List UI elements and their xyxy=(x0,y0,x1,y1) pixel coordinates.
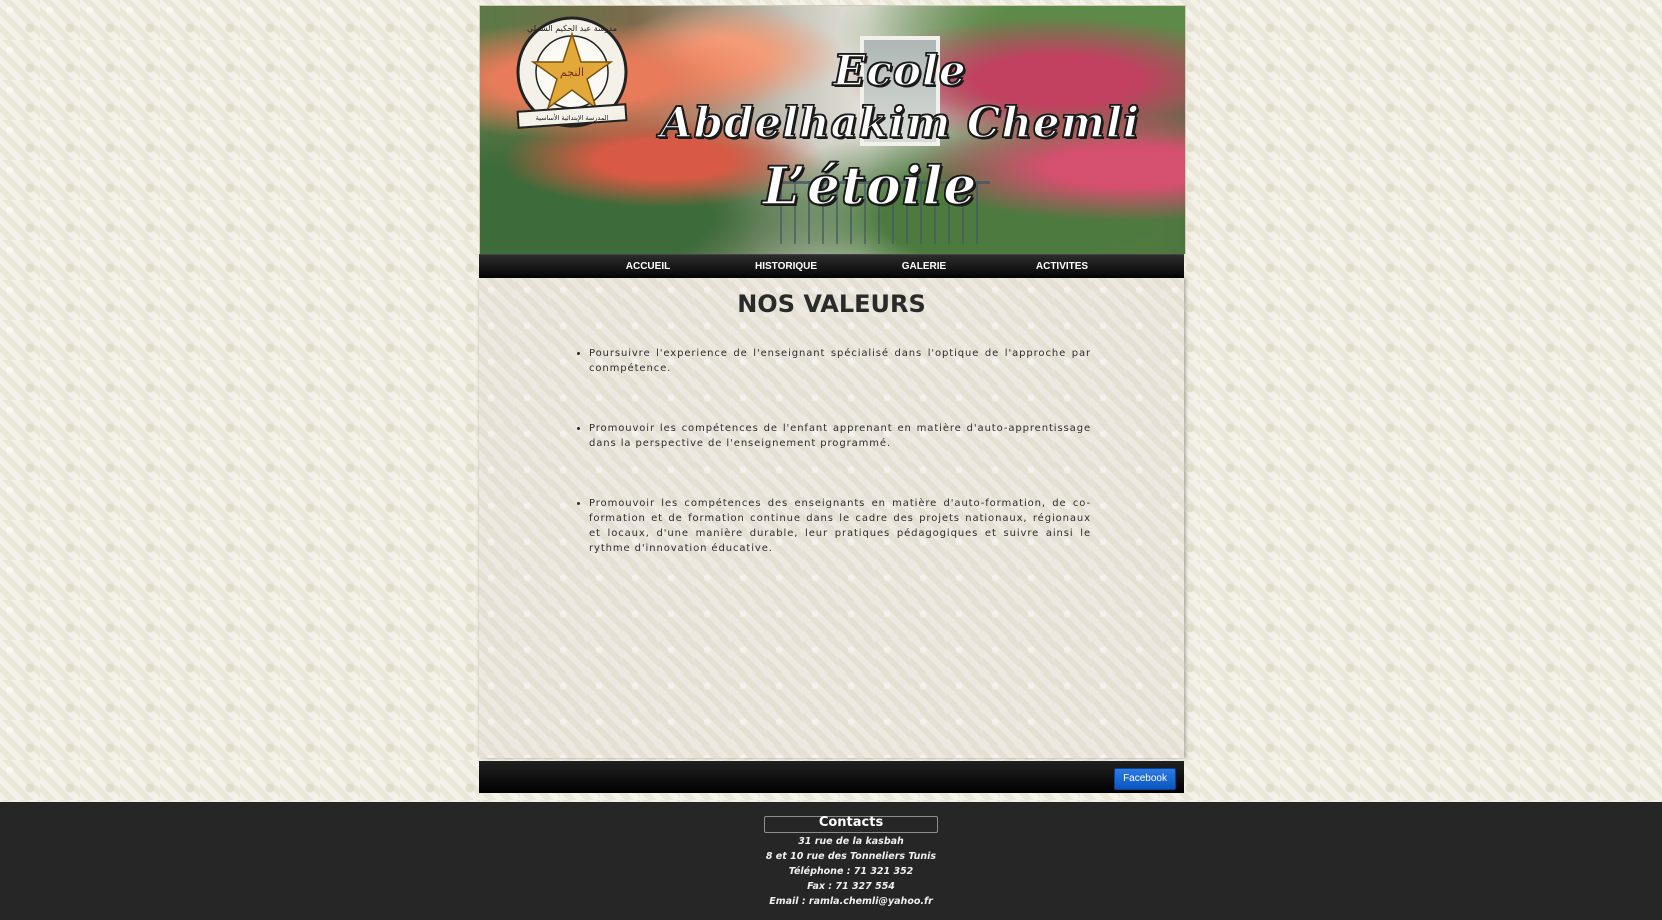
banner-title-name: Abdelhakim Chemli xyxy=(659,97,1140,148)
contact-address-1: 31 rue de la kasbah xyxy=(798,836,904,847)
main-nav: ACCUEIL HISTORIQUE GALERIE ACTIVITES xyxy=(479,254,1184,278)
nav-item-accueil[interactable]: ACCUEIL xyxy=(579,255,717,278)
contact-address-2: 8 et 10 rue des Tonneliers Tunis xyxy=(765,851,937,862)
contact-phone: Téléphone : 71 321 352 xyxy=(788,866,914,877)
contacts-section: Contacts 31 rue de la kasbah 8 et 10 rue… xyxy=(0,802,1662,920)
footer-bar: Facebook xyxy=(479,761,1184,793)
school-logo: النجم مدرسة عبد الحكيم الشملي المدرسة ال… xyxy=(516,16,628,129)
logo-top-text: مدرسة عبد الحكيم الشملي xyxy=(527,24,617,33)
values-list: Poursuivre l'experience de l'enseignant … xyxy=(479,346,1091,556)
nav-item-activites[interactable]: ACTIVITES xyxy=(993,255,1131,278)
header-banner: النجم مدرسة عبد الحكيم الشملي المدرسة ال… xyxy=(479,5,1186,254)
page-title: NOS VALEURS xyxy=(737,290,926,318)
list-item: Promouvoir les compétences de l'enfant a… xyxy=(589,421,1091,451)
page-container: النجم مدرسة عبد الحكيم الشملي المدرسة ال… xyxy=(479,5,1186,793)
list-item: Promouvoir les compétences des enseignan… xyxy=(589,496,1091,556)
contact-email[interactable]: Email : ramla.chemli@yahoo.fr xyxy=(681,896,1021,907)
banner-title-ecole: Ecole xyxy=(833,45,967,96)
banner-title-etoile: L’étoile xyxy=(762,155,978,218)
nav-item-galerie[interactable]: GALERIE xyxy=(855,255,993,278)
logo-bottom-text: المدرسة الإبتدائية الأساسية xyxy=(536,113,609,122)
logo-center-text: النجم xyxy=(560,66,584,79)
main-content: NOS VALEURS Poursuivre l'experience de l… xyxy=(479,278,1184,758)
facebook-button[interactable]: Facebook xyxy=(1114,768,1176,790)
list-item: Poursuivre l'experience de l'enseignant … xyxy=(589,346,1091,376)
contact-fax: Fax : 71 327 554 xyxy=(807,881,895,892)
contacts-title: Contacts xyxy=(818,815,884,830)
nav-item-historique[interactable]: HISTORIQUE xyxy=(717,255,855,278)
